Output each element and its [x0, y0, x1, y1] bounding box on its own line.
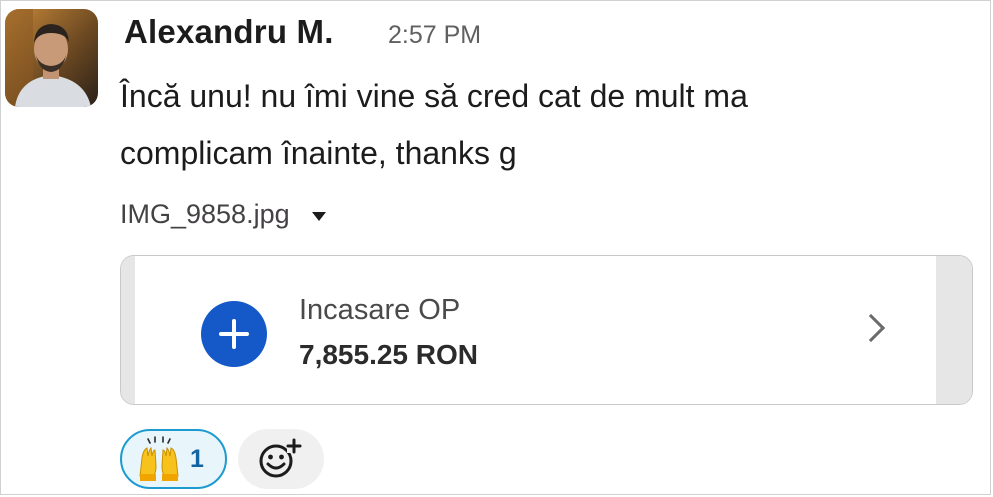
- chevron-right-icon: [856, 313, 886, 343]
- plus-circle-icon: [201, 301, 267, 367]
- transaction-amount: 7,855.25 RON: [299, 339, 478, 370]
- preview-left-edge: [121, 256, 135, 404]
- message-line-1: Încă unu! nu îmi vine să cred cat de mul…: [120, 78, 748, 114]
- reaction-raised-hands[interactable]: 1: [120, 429, 227, 489]
- message-text: Încă unu! nu îmi vine să cred cat de mul…: [120, 68, 920, 182]
- raised-hands-icon: [139, 436, 179, 481]
- image-preview[interactable]: Incasare OP 7,855.25 RON: [120, 255, 973, 405]
- message-timestamp[interactable]: 2:57 PM: [388, 21, 481, 50]
- preview-right-edge: [936, 256, 972, 404]
- add-reaction-button[interactable]: [238, 429, 324, 489]
- attachment-file-name[interactable]: IMG_9858.jpg: [120, 199, 290, 230]
- avatar[interactable]: [5, 9, 98, 107]
- add-emoji-icon: [259, 438, 302, 478]
- attachment-toggle[interactable]: IMG_9858.jpg: [120, 199, 326, 230]
- sender-name[interactable]: Alexandru M.: [124, 13, 334, 51]
- reaction-count: 1: [190, 444, 204, 473]
- caret-down-icon[interactable]: [311, 212, 326, 221]
- message-line-2: complicam înainte, thanks g: [120, 135, 517, 171]
- transaction-label: Incasare OP: [299, 294, 461, 326]
- avatar-photo: [5, 9, 98, 107]
